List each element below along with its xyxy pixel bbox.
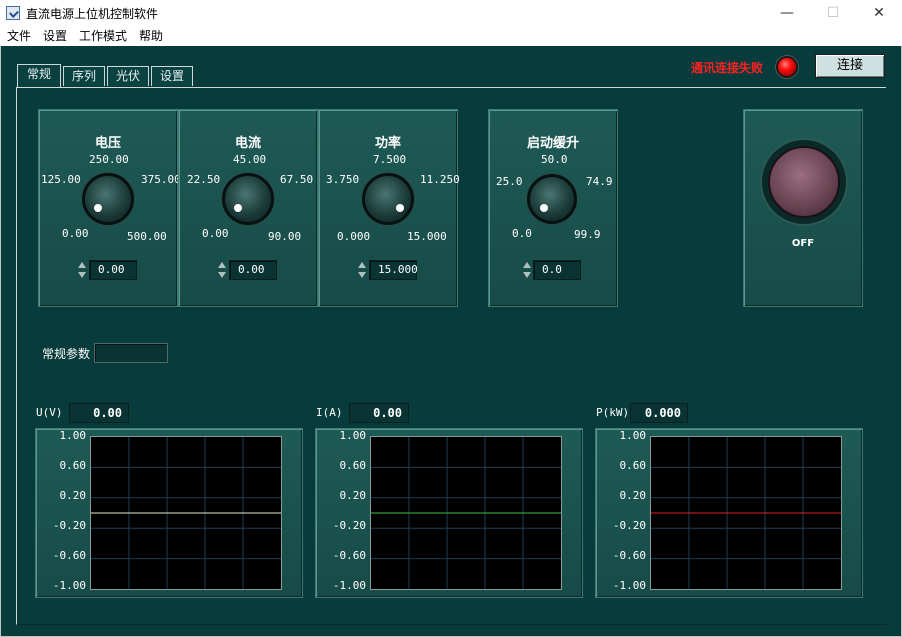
- voltage-knob-indicator: [94, 204, 102, 212]
- maximize-button[interactable]: ☐: [810, 0, 856, 26]
- window-title: 直流电源上位机控制软件: [26, 7, 159, 21]
- current-scale-upper-left: 22.50: [187, 173, 221, 186]
- ramp-scale-top: 50.0: [541, 153, 568, 166]
- current-graph: 1.00 0.60 0.20 -0.20 -0.60 -1.00: [315, 428, 583, 598]
- voltage-scale-top: 250.00: [89, 153, 129, 166]
- menu-help[interactable]: 帮助: [139, 27, 163, 44]
- voltage-title: 电压: [94, 136, 121, 151]
- app-icon: [6, 6, 20, 20]
- menu-file[interactable]: 文件: [7, 27, 31, 44]
- tab-settings[interactable]: 设置: [151, 66, 193, 86]
- current-graph-value: 0.00: [349, 403, 409, 423]
- power-scale-top: 7.500: [373, 153, 407, 166]
- voltage-ytick: 0.20: [59, 489, 87, 502]
- current-stepper-icon[interactable]: [217, 261, 227, 279]
- power-switch-label: OFF: [791, 238, 815, 249]
- power-switch-ring: [762, 140, 846, 224]
- voltage-scale-upper-right: 375.00: [141, 173, 181, 186]
- power-ytick: 0.60: [619, 459, 647, 472]
- voltage-scale-lower-left: 0.00: [62, 227, 89, 240]
- current-scale-lower-left: 0.00: [202, 227, 229, 240]
- tab-general[interactable]: 常规: [17, 64, 61, 88]
- current-ytick: 1.00: [339, 429, 367, 442]
- power-scale-upper-left: 3.750: [326, 173, 360, 186]
- voltage-scale-lower-right: 500.00: [127, 230, 167, 243]
- tab-sequence[interactable]: 序列: [63, 66, 105, 86]
- connection-status-text: 通讯连接失败: [691, 61, 764, 75]
- power-knob-indicator: [396, 204, 404, 212]
- current-ytick: 0.60: [339, 459, 367, 472]
- power-title: 功率: [374, 136, 401, 151]
- general-params-field[interactable]: [94, 343, 168, 363]
- voltage-graph-value: 0.00: [69, 403, 129, 423]
- close-button[interactable]: ✕: [856, 0, 902, 26]
- power-ytick: 0.20: [619, 489, 647, 502]
- voltage-knob[interactable]: [82, 173, 134, 225]
- power-graph-label: P(kW): [596, 406, 630, 419]
- menu-bar: 文件 设置 工作模式 帮助: [0, 26, 902, 46]
- ramp-knob[interactable]: [527, 174, 577, 224]
- power-ytick: -0.60: [612, 549, 646, 562]
- ramp-title: 启动缓升: [526, 136, 579, 151]
- power-ytick: 1.00: [619, 429, 647, 442]
- menu-work-mode[interactable]: 工作模式: [79, 27, 127, 44]
- voltage-ytick: -1.00: [52, 579, 86, 592]
- ramp-stepper-icon[interactable]: [522, 261, 532, 279]
- current-scale-upper-right: 67.50: [280, 173, 314, 186]
- current-ytick: -1.00: [332, 579, 366, 592]
- ramp-scale-upper-left: 25.0: [496, 175, 523, 188]
- current-value-field[interactable]: 0.00: [229, 260, 277, 280]
- voltage-ytick: 0.60: [59, 459, 87, 472]
- power-ytick: -0.20: [612, 519, 646, 532]
- voltage-ytick: -0.20: [52, 519, 86, 532]
- voltage-graph-label: U(V): [36, 406, 63, 419]
- current-knob[interactable]: [222, 173, 274, 225]
- power-switch-panel: OFF: [743, 109, 863, 307]
- current-scale-top: 45.00: [233, 153, 267, 166]
- power-value-field[interactable]: 15.000: [369, 260, 418, 280]
- ramp-scale-upper-right: 74.9: [586, 175, 613, 188]
- title-bar: 直流电源上位机控制软件 — ☐ ✕: [0, 0, 902, 26]
- minimize-button[interactable]: —: [764, 0, 810, 26]
- connection-status-led-icon: [776, 56, 798, 78]
- power-ytick: -1.00: [612, 579, 646, 592]
- voltage-plot-area: [90, 436, 282, 590]
- voltage-ytick: -0.60: [52, 549, 86, 562]
- voltage-ytick: 1.00: [59, 429, 87, 442]
- current-ytick: -0.60: [332, 549, 366, 562]
- power-plot-area: [650, 436, 842, 590]
- power-scale-lower-left: 0.000: [337, 230, 371, 243]
- main-panel: 常规 序列 光伏 设置 通讯连接失败 连接 电压 250.00 125.00 3…: [0, 46, 902, 637]
- general-params-label: 常规参数: [42, 347, 91, 361]
- current-title: 电流: [234, 136, 261, 151]
- voltage-scale-upper-left: 125.00: [41, 173, 81, 186]
- current-knob-panel: 电流 45.00 22.50 67.50 0.00 90.00 0.00: [178, 109, 318, 307]
- ramp-value-field[interactable]: 0.0: [533, 260, 581, 280]
- power-graph-value: 0.000: [630, 403, 688, 423]
- voltage-value-field[interactable]: 0.00: [89, 260, 137, 280]
- current-ytick: -0.20: [332, 519, 366, 532]
- power-graph: 1.00 0.60 0.20 -0.20 -0.60 -1.00: [595, 428, 863, 598]
- power-scale-lower-right: 15.000: [407, 230, 447, 243]
- voltage-knob-panel: 电压 250.00 125.00 375.00 0.00 500.00 0.00: [38, 109, 181, 307]
- voltage-graph: 1.00 0.60 0.20 -0.20 -0.60 -1.00: [35, 428, 303, 598]
- power-knob[interactable]: [362, 173, 414, 225]
- ramp-scale-lower-left: 0.0: [512, 227, 532, 240]
- current-knob-indicator: [234, 204, 242, 212]
- power-stepper-icon[interactable]: [357, 261, 367, 279]
- connect-button[interactable]: 连接: [815, 54, 885, 78]
- voltage-stepper-icon[interactable]: [77, 261, 87, 279]
- tab-photovoltaic[interactable]: 光伏: [107, 66, 149, 86]
- power-scale-upper-right: 11.250: [420, 173, 460, 186]
- ramp-scale-lower-right: 99.9: [574, 228, 601, 241]
- current-graph-label: I(A): [316, 406, 343, 419]
- power-switch-button[interactable]: [768, 146, 840, 218]
- current-plot-area: [370, 436, 562, 590]
- power-knob-panel: 功率 7.500 3.750 11.250 0.000 15.000 15.00…: [318, 109, 460, 307]
- ramp-knob-panel: 启动缓升 50.0 25.0 74.9 0.0 99.9 0.0: [488, 109, 618, 307]
- current-scale-lower-right: 90.00: [268, 230, 302, 243]
- current-ytick: 0.20: [339, 489, 367, 502]
- ramp-knob-indicator: [540, 204, 548, 212]
- menu-settings[interactable]: 设置: [43, 27, 67, 44]
